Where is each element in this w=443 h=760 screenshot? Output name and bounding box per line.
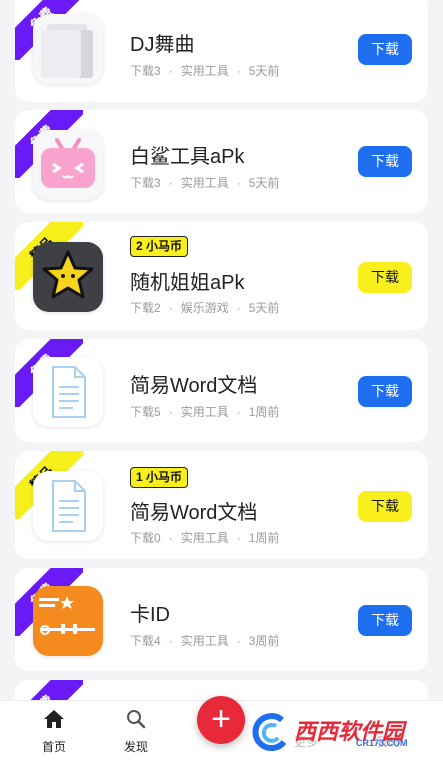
app-card[interactable]: 精品 1 小马币 简易Word文档 下载0·实用工具·1周前 下载 [15, 451, 428, 559]
document-icon [33, 357, 103, 427]
app-title: DJ舞曲 [130, 34, 195, 56]
app-meta: 下载0 · 实用工具 · 1周前 [130, 531, 280, 545]
layers-icon [33, 14, 103, 84]
tv-face-icon [33, 130, 103, 200]
app-card[interactable]: 免费 白鲨工具aPk 下载3·实用工具·5天前 下载 [15, 110, 428, 213]
tab-discover[interactable]: 发现 [106, 709, 166, 755]
download-button[interactable]: 下载 [358, 262, 412, 293]
app-title: 简易Word文档 [130, 375, 258, 397]
add-button[interactable]: + [197, 696, 245, 744]
app-title: 简易Word文档 [130, 502, 258, 524]
app-title: 白鲨工具aPk [130, 146, 245, 168]
app-title: 随机姐姐aPk [130, 272, 245, 294]
app-meta: 下载4 · 实用工具 · 3周前 [130, 634, 280, 648]
download-button[interactable]: 下载 [358, 376, 412, 407]
tab-discover-label: 发现 [123, 740, 148, 754]
search-icon [127, 710, 146, 729]
app-card[interactable]: 精品 2 小马币 随机姐姐aPk 下载2·娱乐游戏·5天前 下载 [15, 222, 428, 330]
download-button[interactable]: 下载 [358, 146, 412, 177]
app-meta: 下载5 · 实用工具 · 1周前 [130, 405, 280, 419]
download-button[interactable]: 下载 [358, 491, 412, 522]
app-card[interactable]: 免费 DJ舞曲 下载3·实用工具·5天前 下载 [15, 0, 428, 102]
star-icon [33, 242, 103, 312]
home-icon [44, 710, 64, 728]
app-card[interactable]: 免费 卡ID 下载4·实用工具·3周前 下载 [15, 568, 428, 671]
logo-swirl-icon [252, 713, 287, 752]
download-button[interactable]: 下载 [358, 34, 412, 65]
app-list: 免费 DJ舞曲 下载3·实用工具·5天前 下载 免费 白鲨工具aPk 下载3·实… [0, 0, 443, 760]
tab-home-label: 首页 [41, 740, 66, 754]
price-badge: 1 小马币 [130, 467, 189, 488]
app-title: 卡ID [130, 604, 170, 626]
document-icon [33, 471, 103, 541]
app-meta: 下载3 · 实用工具 · 5天前 [130, 176, 280, 190]
app-meta: 下载3 · 实用工具 · 5天前 [130, 64, 280, 78]
download-button[interactable]: 下载 [358, 605, 412, 636]
price-badge: 2 小马币 [130, 236, 189, 257]
tab-home[interactable]: 首页 [24, 709, 84, 755]
app-meta: 下载2 · 娱乐游戏 · 5天前 [130, 301, 280, 315]
watermark-logo: 西西软件园 CR173.COM [246, 712, 424, 752]
app-card[interactable]: 免费 简易Word文档 下载5·实用工具·1周前 下载 [15, 339, 428, 442]
watermark-sub: CR173.COM [356, 738, 408, 748]
card-id-icon [33, 586, 103, 656]
